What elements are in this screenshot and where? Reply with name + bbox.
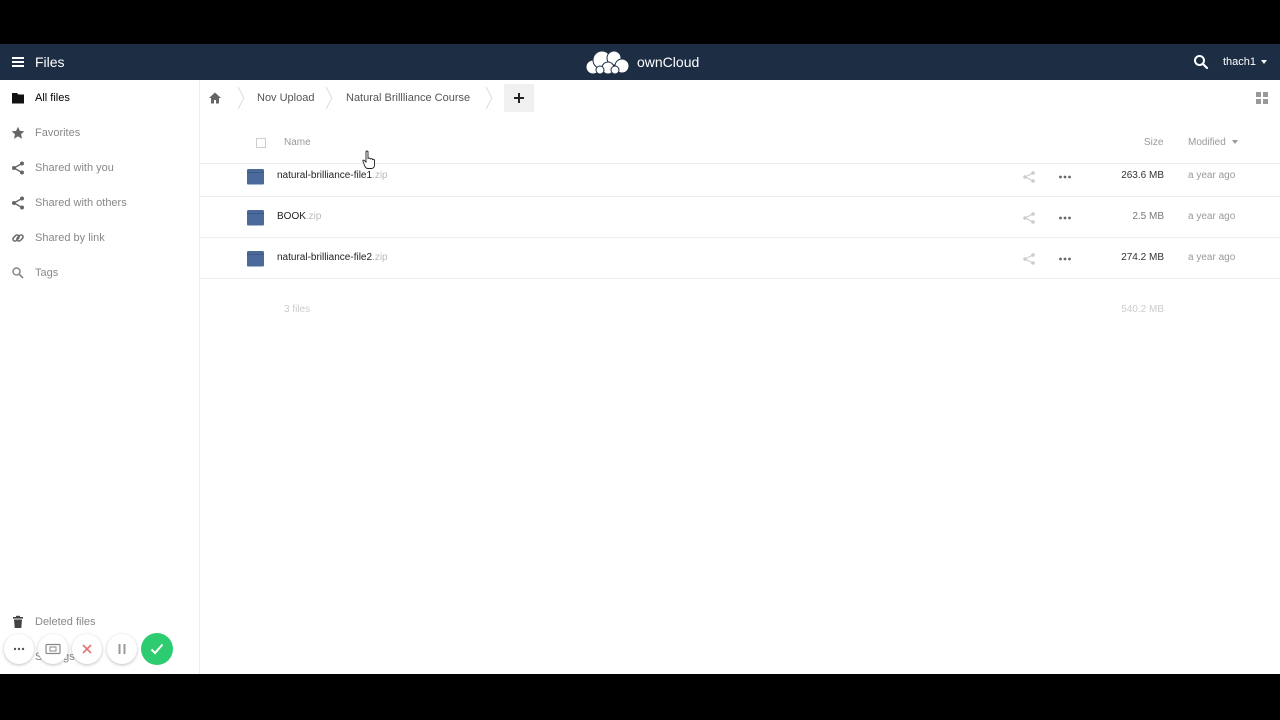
- recorder-cancel-button[interactable]: [72, 634, 102, 664]
- files-table: Name Size Modified natural-brilliance-fi…: [200, 44, 1280, 674]
- summary-file-count: 3 files: [284, 304, 311, 315]
- file-size: 2.5 MB: [1132, 211, 1164, 222]
- hamburger-menu-icon[interactable]: [8, 52, 28, 72]
- file-basename: BOOK: [277, 211, 306, 222]
- star-icon: [11, 126, 25, 139]
- sidebar-item-label: All files: [35, 91, 70, 104]
- check-icon: [150, 643, 164, 655]
- select-all-checkbox[interactable]: [256, 138, 266, 148]
- table-row[interactable]: natural-brilliance-file2.zip 274.2 MB a …: [200, 238, 1280, 279]
- pause-icon: [118, 644, 126, 654]
- file-basename: natural-brilliance-file1: [277, 170, 373, 181]
- column-header-modified-label: Modified: [1188, 137, 1226, 148]
- file-modified: a year ago: [1188, 252, 1236, 263]
- summary-total-size: 540.2 MB: [1121, 304, 1164, 315]
- sidebar-item-label: Tags: [35, 266, 59, 279]
- archive-file-icon: [247, 210, 264, 226]
- file-size: 274.2 MB: [1121, 252, 1164, 263]
- file-name[interactable]: BOOK.zip: [277, 211, 321, 222]
- sidebar-item-all-files[interactable]: All files: [0, 80, 199, 115]
- sidebar-item-shared-with-you[interactable]: Shared with you: [0, 150, 199, 185]
- app-title[interactable]: Files: [35, 54, 65, 70]
- folder-icon: [12, 92, 24, 103]
- file-extension: .zip: [305, 211, 322, 222]
- sidebar-item-deleted-files[interactable]: Deleted files: [0, 604, 199, 639]
- share-icon[interactable]: [1022, 211, 1036, 225]
- recorder-camera-button[interactable]: [38, 634, 68, 664]
- column-header-name[interactable]: Name: [284, 137, 311, 148]
- share-icon: [12, 161, 24, 174]
- share-icon[interactable]: [1022, 252, 1036, 266]
- file-modified: a year ago: [1188, 170, 1236, 181]
- sidebar-item-tags[interactable]: Tags: [0, 255, 199, 290]
- tag-search-icon: [12, 266, 24, 279]
- camera-icon: [45, 643, 61, 655]
- more-actions-icon[interactable]: [1058, 171, 1072, 183]
- archive-file-icon: [247, 251, 264, 267]
- file-extension: .zip: [372, 252, 388, 263]
- owncloud-app: Files ownCloud thach1 All files Favorite…: [0, 44, 1280, 674]
- share-icon: [12, 196, 24, 209]
- sidebar-item-label: Favorites: [35, 126, 81, 139]
- archive-file-icon: [247, 169, 264, 185]
- more-icon: [13, 647, 25, 651]
- recorder-more-button[interactable]: [4, 634, 34, 664]
- more-actions-icon[interactable]: [1058, 212, 1072, 224]
- share-icon[interactable]: [1022, 170, 1036, 184]
- file-name[interactable]: natural-brilliance-file2.zip: [277, 252, 388, 263]
- file-name[interactable]: natural-brilliance-file1.zip: [277, 170, 388, 181]
- file-size: 263.6 MB: [1121, 170, 1164, 181]
- column-header-modified[interactable]: Modified: [1188, 137, 1238, 148]
- sidebar-item-label: Shared with others: [35, 196, 127, 209]
- close-icon: [82, 644, 92, 654]
- sidebar-item-label: Shared with you: [35, 161, 114, 174]
- more-actions-icon[interactable]: [1058, 253, 1072, 265]
- sidebar: All files Favorites Shared with you Shar…: [0, 80, 200, 674]
- sidebar-item-shared-with-others[interactable]: Shared with others: [0, 185, 199, 220]
- file-basename: natural-brilliance-file2: [277, 252, 373, 263]
- recorder-pause-button[interactable]: [107, 634, 137, 664]
- sidebar-item-label: Shared by link: [35, 231, 105, 244]
- file-modified: a year ago: [1188, 211, 1236, 222]
- sidebar-item-favorites[interactable]: Favorites: [0, 115, 199, 150]
- trash-icon: [13, 615, 23, 628]
- recorder-done-button[interactable]: [141, 633, 173, 665]
- table-row[interactable]: BOOK.zip 2.5 MB a year ago: [200, 197, 1280, 238]
- column-header-size[interactable]: Size: [1144, 137, 1163, 148]
- sort-desc-icon: [1231, 140, 1238, 145]
- sidebar-item-shared-by-link[interactable]: Shared by link: [0, 220, 199, 255]
- sidebar-item-label: Deleted files: [35, 615, 96, 628]
- hand-pointer-icon: [362, 150, 375, 169]
- link-icon: [12, 233, 24, 242]
- file-extension: .zip: [372, 170, 388, 181]
